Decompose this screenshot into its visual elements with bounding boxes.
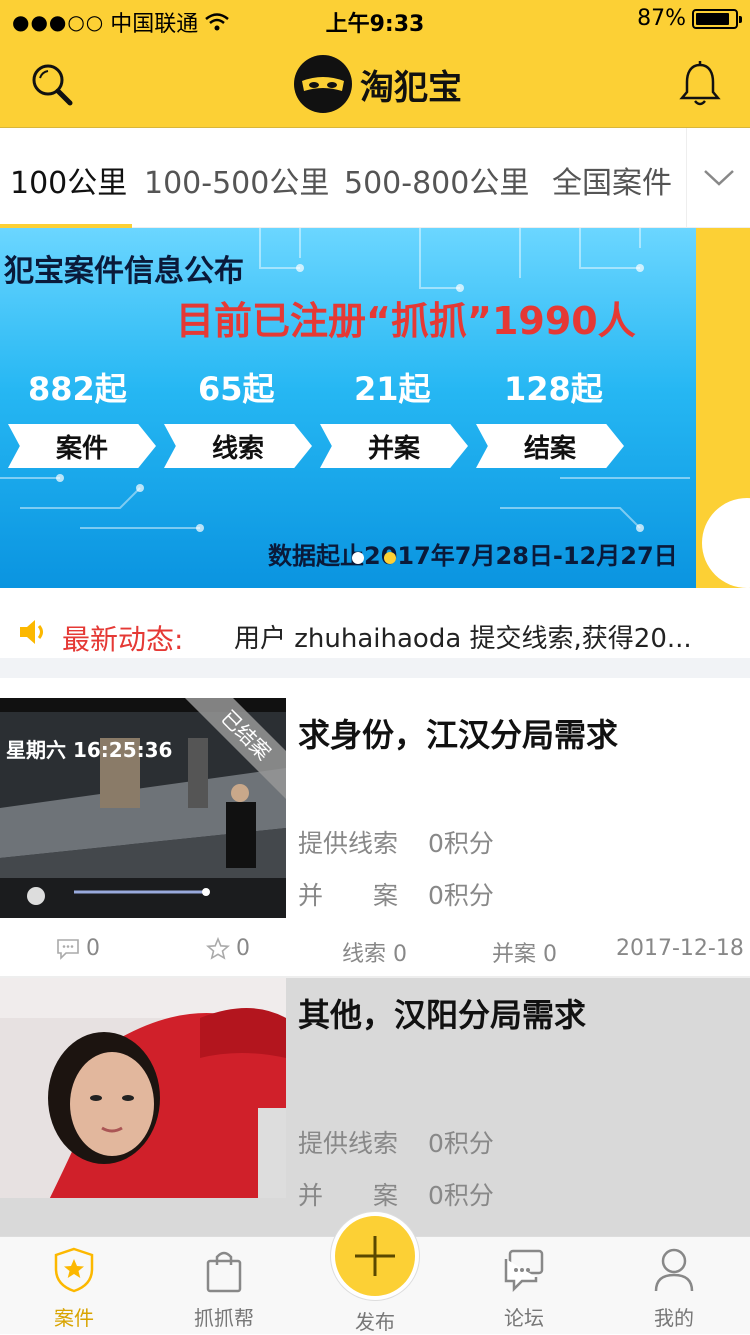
case-date: 2017-12-18 bbox=[616, 936, 744, 961]
tab-100-500km[interactable]: 100-500公里 bbox=[144, 158, 329, 202]
tab-nationwide[interactable]: 全国案件 bbox=[552, 158, 672, 202]
shopping-bag-icon bbox=[206, 1251, 242, 1293]
carousel-dot[interactable] bbox=[352, 552, 364, 564]
case-card[interactable]: 其他，汉阳分局需求 提供线索 0积分 并 案 0积分 bbox=[0, 978, 750, 1238]
case-thumbnail[interactable] bbox=[0, 978, 286, 1198]
stat-value-merged: 21起 bbox=[354, 370, 431, 408]
stat-label-closed: 结案 bbox=[476, 424, 624, 468]
shield-star-icon bbox=[54, 1247, 94, 1293]
plus-icon bbox=[355, 1236, 395, 1276]
battery-icon bbox=[692, 8, 742, 29]
tab-label: 案件 bbox=[54, 1306, 94, 1330]
speaker-icon bbox=[20, 620, 43, 644]
chat-icon bbox=[504, 1249, 544, 1293]
clue-points: 0积分 bbox=[428, 829, 494, 858]
app-header: 淘犯宝 bbox=[0, 40, 750, 128]
stat-label-clues: 线索 bbox=[164, 424, 312, 468]
battery-percent: 87% bbox=[637, 6, 686, 31]
star-icon bbox=[206, 936, 230, 960]
stat-value-clues: 65起 bbox=[198, 370, 275, 408]
tab-mine[interactable]: 我的 bbox=[624, 1247, 724, 1331]
case-title[interactable]: 其他，汉阳分局需求 bbox=[298, 990, 586, 1036]
status-bar: ●●●○○ 中国联通 上午9:33 87% bbox=[0, 0, 750, 40]
search-icon[interactable] bbox=[28, 60, 76, 108]
tab-forum[interactable]: 论坛 bbox=[474, 1247, 574, 1331]
publish-button[interactable] bbox=[331, 1212, 419, 1300]
stat-value-closed: 128起 bbox=[504, 370, 603, 408]
comment-count-value: 0 bbox=[86, 936, 100, 961]
stat-value-cases: 882起 bbox=[28, 370, 127, 408]
clue-count: 线索 0 bbox=[342, 942, 407, 967]
case-card[interactable]: 星期六 16:25:36 已结案 求身份，江汉分局需求 提供线索 0积分 并 案… bbox=[0, 698, 750, 978]
banner-period: 数据起止2017年7月28日-12月27日 bbox=[268, 542, 678, 570]
clue-label: 提供线索 bbox=[298, 829, 399, 858]
logo-icon bbox=[294, 55, 352, 113]
chevron-down-icon bbox=[703, 170, 734, 186]
tab-cases[interactable]: 案件 bbox=[24, 1247, 124, 1331]
user-icon bbox=[654, 1248, 694, 1292]
stats-banner[interactable]: 犯宝案件信息公布 目前已注册“抓抓”1990人 882起 65起 21起 128… bbox=[0, 228, 696, 588]
news-text[interactable]: 用户 zhuhaihaoda 提交线索,获得20... bbox=[234, 618, 724, 655]
cloud-shape bbox=[702, 498, 750, 588]
banner-heading: 犯宝案件信息公布 bbox=[4, 254, 244, 289]
stat-label-cases: 案件 bbox=[8, 424, 156, 468]
merge-count: 并案 0 bbox=[492, 942, 557, 967]
battery-fill bbox=[696, 12, 729, 25]
person-image bbox=[0, 978, 286, 1198]
brand-name: 淘犯宝 bbox=[360, 67, 462, 108]
tab-zhuazhua-help[interactable]: 抓抓帮 bbox=[174, 1247, 274, 1331]
case-footer: 0 0 线索 0 并案 0 2017-12-18 bbox=[0, 918, 750, 978]
merge-label: 并 案 bbox=[298, 881, 399, 910]
tab-label: 论坛 bbox=[504, 1306, 544, 1330]
publish-label[interactable]: 发布 bbox=[325, 1306, 425, 1335]
distance-tabs: 100公里 100-500公里 500-800公里 全国案件 bbox=[0, 128, 750, 228]
bell-icon[interactable] bbox=[678, 60, 722, 108]
favorite-count[interactable]: 0 bbox=[206, 936, 250, 961]
merge-points: 0积分 bbox=[428, 1181, 494, 1210]
banner-registered: 目前已注册“抓抓”1990人 bbox=[176, 299, 636, 343]
stat-label-merged: 并案 bbox=[320, 424, 468, 468]
merge-points: 0积分 bbox=[428, 881, 494, 910]
brand: 淘犯宝 bbox=[294, 54, 462, 114]
tab-label: 抓抓帮 bbox=[194, 1306, 254, 1330]
tab-100km[interactable]: 100公里 bbox=[10, 158, 127, 202]
clue-label: 提供线索 bbox=[298, 1129, 399, 1158]
tab-500-800km[interactable]: 500-800公里 bbox=[344, 158, 529, 202]
case-thumbnail[interactable]: 星期六 16:25:36 已结案 bbox=[0, 698, 286, 918]
comment-icon bbox=[57, 938, 79, 960]
merge-label: 并 案 bbox=[298, 1181, 399, 1210]
news-label: 最新动态: bbox=[62, 623, 184, 656]
video-time-overlay: 星期六 16:25:36 bbox=[6, 738, 173, 762]
tab-label: 我的 bbox=[654, 1306, 694, 1330]
next-banner-peek[interactable] bbox=[696, 228, 750, 588]
tab-more-button[interactable] bbox=[686, 128, 750, 228]
latest-news-bar[interactable]: 最新动态: 用户 zhuhaihaoda 提交线索,获得20... bbox=[0, 588, 750, 678]
favorite-count-value: 0 bbox=[236, 936, 250, 961]
clue-points: 0积分 bbox=[428, 1129, 494, 1158]
carousel-dot-active[interactable] bbox=[384, 552, 396, 564]
case-title[interactable]: 求身份，江汉分局需求 bbox=[298, 710, 618, 756]
comment-count[interactable]: 0 bbox=[56, 936, 100, 961]
